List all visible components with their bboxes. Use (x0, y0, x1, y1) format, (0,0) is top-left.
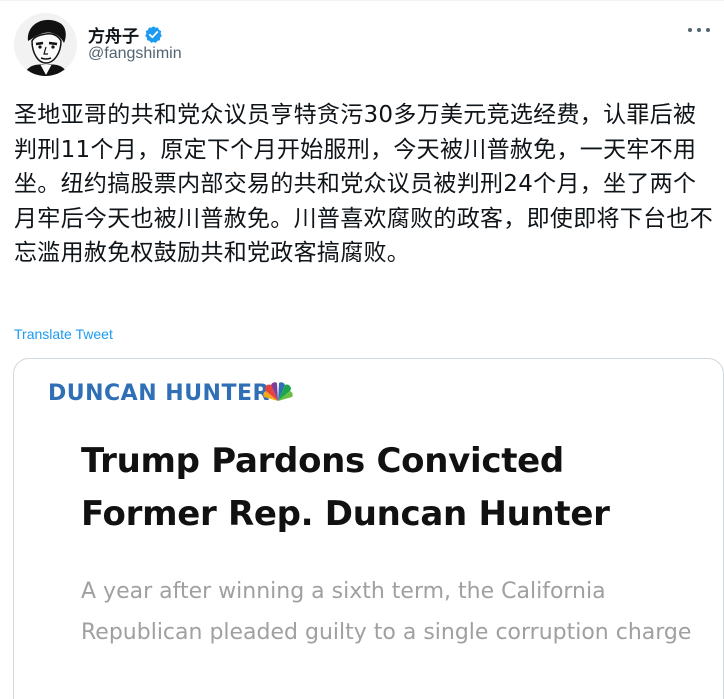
card-kicker-row: DUNCAN HUNTER (48, 381, 294, 406)
tweet[interactable]: 方舟子 @fangshimin 圣地亚哥的共和党众议员亨特贪污30多万美元竞选经… (0, 0, 724, 699)
portrait-avatar-icon (14, 13, 77, 76)
dot (706, 28, 710, 32)
avatar[interactable] (14, 13, 77, 76)
card-kicker: DUNCAN HUNTER (48, 381, 270, 406)
dot (688, 28, 692, 32)
card-headline: Trump Pardons Convicted Former Rep. Dunc… (81, 441, 610, 534)
dot (697, 28, 701, 32)
verified-badge-icon (145, 26, 162, 43)
nbc-peacock-icon (263, 382, 293, 401)
divider (0, 0, 724, 1)
author-name-row: 方舟子 (88, 22, 163, 47)
card-subhead: A year after winning a sixth term, the C… (81, 579, 692, 645)
link-preview-card[interactable]: DUNCAN HUNTER Trump Pardons Convicted Fo… (13, 358, 724, 699)
tweet-text: 圣地亚哥的共和党众议员亨特贪污30多万美元竞选经费，认罪后被判刑11个月，原定下… (14, 102, 713, 266)
translate-tweet-link[interactable]: Translate Tweet (14, 326, 113, 342)
author-handle[interactable]: @fangshimin (88, 45, 182, 63)
more-options-icon[interactable] (688, 24, 710, 36)
author-display-name[interactable]: 方舟子 (88, 22, 139, 47)
